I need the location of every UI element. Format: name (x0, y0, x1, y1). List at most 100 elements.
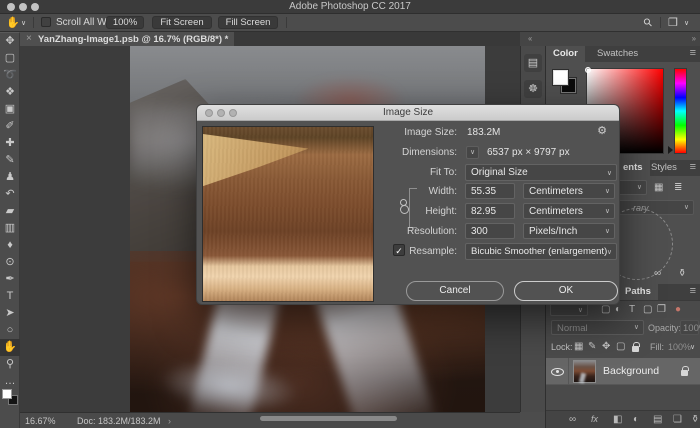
tool-preset-chevron-icon[interactable]: ∨ (21, 19, 26, 27)
layer-mask-icon[interactable]: ◧ (613, 414, 622, 425)
layer-thumbnail[interactable] (573, 360, 596, 383)
horizontal-scrollbar[interactable] (260, 416, 397, 421)
filter-smart-object-icon[interactable]: ❐ (657, 304, 666, 315)
panel-foreground-swatch[interactable] (553, 70, 568, 85)
blend-mode-dropdown[interactable]: Normal ∨ (551, 320, 644, 335)
lock-artboard-icon[interactable]: ▢ (616, 341, 625, 352)
link-icon[interactable]: ∞ (654, 268, 661, 279)
resample-dropdown[interactable]: Bicubic Smoother (enlargement) ∨ (465, 243, 617, 260)
fit-screen-button[interactable]: Fit Screen (152, 16, 212, 29)
delete-layer-icon[interactable]: ⚱ (691, 414, 699, 425)
dimensions-unit-dropdown[interactable]: ∨ (466, 146, 479, 159)
tool-pen[interactable]: ✒ (0, 271, 20, 288)
tool-gradient[interactable]: ▥ (0, 220, 20, 237)
height-input[interactable]: 82.95 (465, 203, 515, 219)
tool-move[interactable]: ✥ (0, 33, 20, 50)
properties-panel-icon[interactable]: ▤ (524, 54, 542, 72)
tool-type[interactable]: T (0, 288, 20, 305)
expand-panels-icon[interactable]: ›› (692, 34, 695, 43)
color-picker-marker[interactable] (585, 67, 591, 73)
lock-all-icon[interactable] (632, 346, 639, 352)
layer-effects-icon[interactable]: fx (591, 414, 598, 424)
tool-eyedropper[interactable]: ✐ (0, 118, 20, 135)
tool-shape[interactable]: ○ (0, 322, 20, 339)
tool-hand[interactable]: ✋ (0, 339, 20, 356)
list-view-icon[interactable]: ≣ (674, 182, 682, 193)
tool-path-select[interactable]: ➤ (0, 305, 20, 322)
panel-menu-icon[interactable]: ≡ (690, 285, 696, 297)
panel-menu-icon[interactable]: ≡ (690, 47, 696, 59)
fill-value[interactable]: 100% (668, 342, 691, 352)
tab-paths[interactable]: Paths (618, 284, 658, 300)
tab-styles[interactable]: Styles (644, 160, 684, 176)
hue-slider-marker[interactable] (668, 146, 673, 154)
new-layer-icon[interactable]: ❏ (673, 414, 682, 425)
width-unit-dropdown[interactable]: Centimeters ∨ (523, 183, 615, 199)
zoom-level-field[interactable]: 16.67% (25, 416, 56, 426)
filter-shape-icon[interactable]: ▢ (643, 304, 652, 315)
panel-menu-icon[interactable]: ≡ (690, 161, 696, 173)
resolution-input[interactable]: 300 (465, 223, 515, 239)
tab-swatches[interactable]: Swatches (590, 46, 645, 62)
tool-dodge[interactable]: ⊙ (0, 254, 20, 271)
zoom-100-button[interactable]: 100% (106, 16, 144, 29)
width-value: 55.35 (471, 186, 496, 197)
foreground-color-swatch[interactable] (2, 389, 12, 399)
resolution-unit-dropdown[interactable]: Pixels/Inch ∨ (523, 223, 615, 239)
image-size-label: Image Size: (377, 127, 457, 138)
search-icon[interactable]: ⚲ (641, 15, 656, 30)
lock-move-icon[interactable]: ✥ (602, 341, 610, 352)
status-chevron-icon[interactable]: › (168, 416, 171, 426)
eye-icon[interactable] (551, 368, 564, 376)
image-size-preview[interactable] (202, 126, 374, 302)
fit-to-dropdown[interactable]: Original Size ∨ (465, 164, 617, 181)
tool-brush[interactable]: ✎ (0, 152, 20, 169)
adjustment-layer-icon[interactable]: ◐ (633, 414, 639, 425)
visibility-cell[interactable] (546, 358, 569, 385)
filter-adjustment-icon[interactable]: ◐ (615, 304, 621, 315)
tool-lasso[interactable]: ➰ (0, 67, 20, 84)
workspace-icon[interactable]: ❐ (668, 16, 678, 29)
dialog-title: Image Size (197, 107, 619, 118)
tool-more[interactable]: … (0, 373, 20, 390)
trash-icon[interactable]: ⚱ (678, 268, 686, 279)
tool-zoom[interactable]: ⚲ (0, 356, 20, 373)
tool-quick-select[interactable]: ❖ (0, 84, 20, 101)
grid-view-icon[interactable]: ▦ (654, 182, 663, 193)
hue-slider[interactable] (674, 68, 687, 154)
tab-color[interactable]: Color (546, 46, 585, 62)
fill-screen-button[interactable]: Fill Screen (218, 16, 278, 29)
height-unit-dropdown[interactable]: Centimeters ∨ (523, 203, 615, 219)
filter-pin-icon[interactable]: ● (675, 304, 681, 315)
layer-row-background[interactable]: Background (546, 358, 700, 385)
gear-icon[interactable]: ⚙ (597, 124, 607, 137)
document-tab[interactable]: × YanZhang-Image1.psb @ 16.7% (RGB/8*) * (20, 32, 234, 46)
filter-pixel-icon[interactable]: ▢ (601, 304, 610, 315)
tool-stamp[interactable]: ♟ (0, 169, 20, 186)
dialog-titlebar[interactable]: Image Size (197, 105, 619, 121)
constrain-proportions-icon[interactable] (400, 199, 407, 206)
scroll-all-windows-checkbox[interactable] (41, 17, 51, 27)
tool-history-brush[interactable]: ↶ (0, 186, 20, 203)
tool-eraser[interactable]: ▰ (0, 203, 20, 220)
window-titlebar: Adobe Photoshop CC 2017 (0, 0, 700, 14)
collapse-panels-icon[interactable]: ‹‹ (528, 34, 531, 43)
adjustments-panel-icon[interactable]: ☸ (524, 80, 542, 98)
tool-blur[interactable]: ♦ (0, 237, 20, 254)
lock-paint-icon[interactable]: ✎ (588, 341, 596, 352)
width-input[interactable]: 55.35 (465, 183, 515, 199)
tool-crop[interactable]: ▣ (0, 101, 20, 118)
cancel-button[interactable]: Cancel (406, 281, 504, 301)
link-layers-icon[interactable]: ∞ (569, 414, 576, 425)
lock-transparent-icon[interactable]: ▦ (574, 341, 583, 352)
filter-type-icon[interactable]: T (629, 304, 635, 315)
ok-button[interactable]: OK (514, 281, 618, 301)
close-tab-icon[interactable]: × (26, 33, 32, 44)
opacity-dropdown[interactable]: 100% (680, 320, 699, 335)
hand-tool-icon[interactable]: ✋ (6, 16, 20, 29)
workspace-chevron-icon[interactable]: ∨ (684, 19, 689, 27)
tool-marquee[interactable]: ▢ (0, 50, 20, 67)
new-group-icon[interactable]: ▤ (653, 414, 662, 425)
tool-healing[interactable]: ✚ (0, 135, 20, 152)
chevron-down-icon[interactable]: ∨ (690, 343, 695, 351)
